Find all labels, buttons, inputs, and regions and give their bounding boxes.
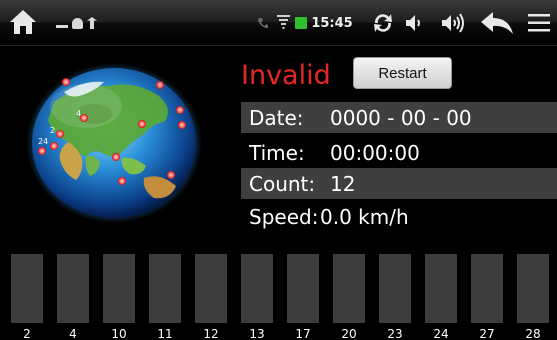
signal-bar — [11, 254, 43, 323]
satellite-id: 12 — [203, 327, 219, 340]
satellite-marker — [178, 121, 186, 129]
satellite-bar: 13 — [241, 254, 273, 340]
signal-bar — [333, 254, 365, 323]
refresh-icon[interactable] — [369, 9, 397, 37]
satellite-marker — [118, 177, 126, 185]
menu-icon[interactable] — [526, 10, 552, 36]
satellite-bar: 10 — [103, 254, 135, 340]
satellite-marker — [176, 106, 184, 114]
satellite-marker — [112, 153, 120, 161]
satellite-id: 4 — [69, 327, 77, 340]
satellite-id: 28 — [525, 327, 541, 340]
satellite-marker — [138, 120, 146, 128]
satellite-id: 27 — [479, 327, 495, 340]
satellite-id: 23 — [387, 327, 403, 340]
satellite-id: 11 — [157, 327, 173, 340]
signal-bar — [149, 254, 181, 323]
satellite-signal-bars: 2 4 10 11 12 13 17 20 23 24 27 28 — [0, 254, 557, 340]
phone-icon — [256, 16, 270, 30]
signal-bar — [517, 254, 549, 323]
usb-debug-icon — [56, 24, 68, 28]
time-row: Time: 00:00:00 — [241, 137, 557, 168]
satellite-id: 17 — [295, 327, 311, 340]
satellite-id: 10 — [111, 327, 127, 340]
count-value: 12 — [330, 171, 356, 196]
satellite-id: 13 — [249, 327, 265, 340]
satellite-globe: 4 2 24 — [24, 62, 204, 224]
signal-bar — [379, 254, 411, 323]
count-label: Count: — [249, 171, 316, 196]
satellite-marker — [56, 130, 64, 138]
satellite-bar: 28 — [517, 254, 549, 340]
satellite-id: 2 — [23, 327, 31, 340]
satellite-marker — [167, 171, 175, 179]
restart-button[interactable]: Restart — [353, 57, 452, 89]
usb-icon — [87, 17, 97, 29]
signal-bar — [241, 254, 273, 323]
back-icon[interactable] — [478, 8, 516, 38]
satellite-bar: 23 — [379, 254, 411, 340]
satellite-bar: 12 — [195, 254, 227, 340]
wifi-icon — [277, 14, 290, 30]
date-value: 0000 - 00 - 00 — [330, 105, 472, 130]
satellite-bar: 27 — [471, 254, 503, 340]
globe-label: 4 — [76, 109, 81, 118]
satellite-bar: 17 — [287, 254, 319, 340]
notification-icons — [56, 14, 97, 32]
satellite-marker — [62, 78, 70, 86]
date-row: Date: 0000 - 00 - 00 — [241, 102, 557, 133]
signal-bar — [103, 254, 135, 323]
satellite-marker — [80, 114, 88, 122]
clock: 15:45 — [311, 15, 353, 31]
battery-icon — [294, 15, 308, 29]
volume-up-icon[interactable] — [437, 9, 469, 37]
android-icon — [72, 17, 83, 29]
signal-bar — [195, 254, 227, 323]
globe-label: 2 — [50, 126, 55, 135]
signal-bar — [287, 254, 319, 323]
time-value: 00:00:00 — [330, 140, 420, 165]
satellite-bar: 4 — [57, 254, 89, 340]
satellite-marker — [50, 142, 58, 150]
satellite-bar: 24 — [425, 254, 457, 340]
speed-row: Speed: 0.0 km/h — [241, 201, 557, 232]
status-bar: 15:45 — [0, 0, 557, 46]
satellite-marker — [38, 147, 46, 155]
signal-bar — [425, 254, 457, 323]
satellite-marker — [156, 81, 164, 89]
signal-bar — [57, 254, 89, 323]
count-row: Count: 12 — [241, 168, 557, 199]
date-label: Date: — [249, 105, 304, 130]
volume-down-icon[interactable] — [400, 9, 428, 37]
fix-status: Invalid — [241, 60, 331, 91]
satellite-bar: 11 — [149, 254, 181, 340]
satellite-id: 20 — [341, 327, 357, 340]
speed-label: Speed: — [249, 204, 319, 229]
speed-value: 0.0 km/h — [320, 204, 409, 229]
satellite-id: 24 — [433, 327, 449, 340]
time-label: Time: — [249, 140, 305, 165]
satellite-bar: 20 — [333, 254, 365, 340]
satellite-bar: 2 — [11, 254, 43, 340]
home-icon[interactable] — [6, 6, 40, 38]
signal-bar — [471, 254, 503, 323]
globe-label: 24 — [38, 137, 48, 146]
